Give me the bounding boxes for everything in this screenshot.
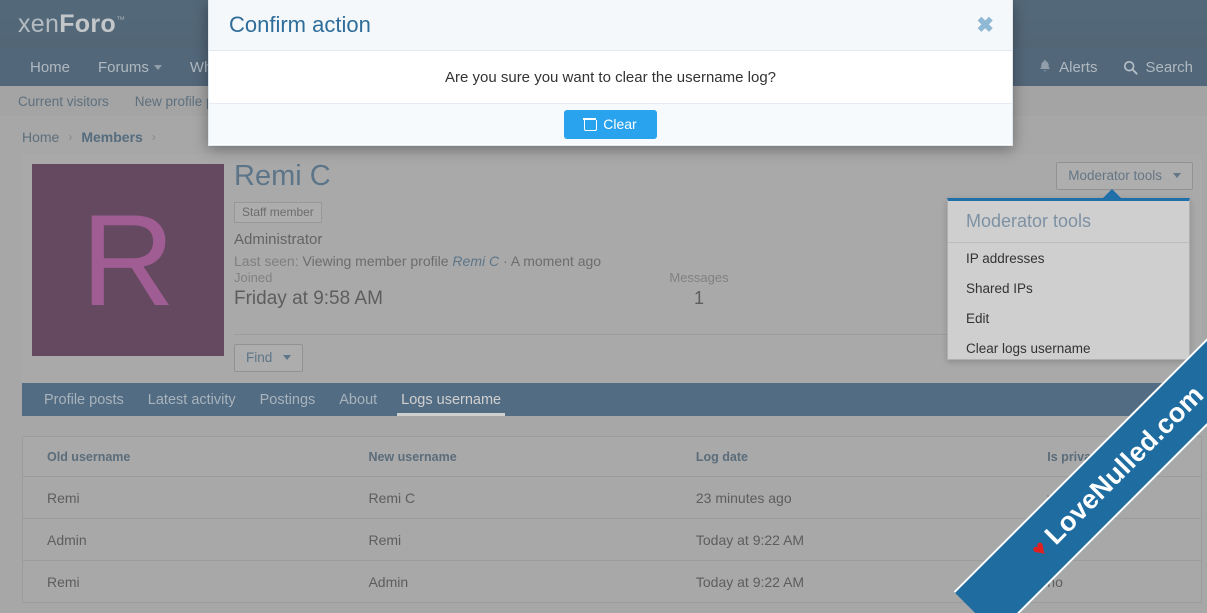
cell-log-date: Today at 9:22 AM — [672, 532, 1023, 548]
breadcrumb-separator: › — [68, 130, 72, 144]
nav-item-forums[interactable]: Forums — [98, 59, 162, 76]
column-header-is-private[interactable]: Is private — [1023, 450, 1201, 464]
menu-item-ip-addresses[interactable]: IP addresses — [948, 243, 1189, 273]
page-title: Remi C — [234, 160, 601, 193]
nav-item-search[interactable]: Search — [1123, 59, 1193, 76]
nav-item-home[interactable]: Home — [30, 59, 70, 76]
column-header-log-date[interactable]: Log date — [672, 450, 1023, 464]
cell-new-username: Remi — [344, 532, 671, 548]
avatar[interactable]: R — [32, 164, 224, 356]
moderator-tools-button[interactable]: Moderator tools — [1056, 162, 1193, 190]
dialog-title: Confirm action — [229, 12, 371, 38]
moderator-tools-menu: Moderator tools IP addresses Shared IPs … — [947, 198, 1190, 360]
cell-new-username: Remi C — [344, 490, 671, 506]
logo-trademark: ™ — [116, 15, 125, 25]
cell-is-private: yes — [1023, 490, 1201, 506]
bell-icon — [1038, 60, 1052, 75]
cell-log-date: Today at 9:22 AM — [672, 574, 1023, 590]
secondary-nav-items: Current visitors New profile posts — [18, 86, 238, 116]
cell-old-username: Admin — [23, 532, 344, 548]
stat-messages-value: 1 — [544, 288, 854, 309]
site-logo[interactable]: xenForo™ — [18, 10, 125, 39]
stat-joined-value: Friday at 9:58 AM — [234, 288, 544, 310]
moderator-tools-button-label: Moderator tools — [1068, 168, 1162, 183]
last-seen-label: Last seen: — [234, 253, 299, 269]
find-button-label: Find — [246, 350, 272, 365]
column-header-new-username[interactable]: New username — [344, 450, 671, 464]
status-badge: Staff member — [234, 202, 322, 223]
subnav-item-current-visitors[interactable]: Current visitors — [18, 94, 109, 109]
stat-joined: Joined Friday at 9:58 AM — [234, 270, 544, 326]
cell-log-date: 23 minutes ago — [672, 490, 1023, 506]
avatar-letter: R — [81, 195, 175, 325]
tab-logs-username[interactable]: Logs username — [389, 392, 513, 416]
profile-user-title: Administrator — [234, 231, 601, 248]
table-header-row: Old username New username Log date Is pr… — [23, 437, 1201, 477]
profile-tabbar: Profile posts Latest activity Postings A… — [22, 383, 1202, 416]
breadcrumb-separator: › — [152, 130, 156, 144]
cell-old-username: Remi — [23, 490, 344, 506]
profile-info: Remi C Staff member Administrator Last s… — [234, 160, 601, 269]
breadcrumb-item-home[interactable]: Home — [22, 129, 59, 145]
profile-last-seen: Last seen: Viewing member profile Remi C… — [234, 253, 601, 269]
clear-button-label: Clear — [603, 116, 636, 132]
nav-item-alerts-label: Alerts — [1059, 59, 1097, 76]
tab-postings[interactable]: Postings — [248, 392, 328, 416]
menu-item-edit[interactable]: Edit — [948, 303, 1189, 333]
table-row[interactable]: Admin Remi Today at 9:22 AM no — [23, 519, 1201, 561]
stat-messages: Messages 1 — [544, 270, 854, 326]
clear-button[interactable]: Clear — [564, 110, 656, 139]
last-seen-action: Viewing member profile — [303, 253, 449, 269]
chevron-down-icon — [283, 355, 291, 360]
logo-primary: xen — [18, 10, 59, 38]
cell-is-private: no — [1023, 532, 1201, 548]
stat-joined-label: Joined — [234, 270, 544, 285]
table-row[interactable]: Remi Admin Today at 9:22 AM no — [23, 561, 1201, 603]
tab-profile-posts[interactable]: Profile posts — [32, 392, 136, 416]
dialog-header: Confirm action ✖ — [209, 0, 1012, 51]
cell-old-username: Remi — [23, 574, 344, 590]
moderator-tools-menu-title: Moderator tools — [948, 201, 1189, 243]
stat-messages-label: Messages — [544, 270, 854, 285]
table-row[interactable]: Remi Remi C 23 minutes ago yes — [23, 477, 1201, 519]
confirm-action-dialog: Confirm action ✖ Are you sure you want t… — [208, 0, 1013, 146]
logo-bold: Foro — [59, 10, 116, 38]
nav-item-home-label: Home — [30, 59, 70, 76]
menu-item-shared-ips[interactable]: Shared IPs — [948, 273, 1189, 303]
chevron-down-icon — [1173, 173, 1181, 178]
menu-arrow-icon — [1103, 189, 1121, 198]
cell-new-username: Admin — [344, 574, 671, 590]
close-icon[interactable]: ✖ — [976, 15, 994, 36]
last-seen-separator: · — [503, 253, 508, 269]
breadcrumb-item-members[interactable]: Members — [81, 129, 142, 145]
last-seen-time: A moment ago — [511, 253, 601, 269]
column-header-old-username[interactable]: Old username — [23, 450, 344, 464]
last-seen-link[interactable]: Remi C — [452, 253, 499, 269]
chevron-down-icon — [154, 65, 162, 70]
tab-latest-activity[interactable]: Latest activity — [136, 392, 248, 416]
cell-is-private: no — [1023, 574, 1201, 590]
find-button[interactable]: Find — [234, 344, 303, 372]
username-log-table: Old username New username Log date Is pr… — [22, 436, 1202, 603]
dialog-footer: Clear — [209, 104, 1012, 144]
tab-about[interactable]: About — [327, 392, 389, 416]
page-root: xenForo™ Home Forums What's new Inbox Al… — [0, 0, 1207, 613]
trash-icon — [584, 117, 595, 130]
nav-item-forums-label: Forums — [98, 59, 149, 76]
dialog-message: Are you sure you want to clear the usern… — [209, 51, 1012, 104]
nav-item-alerts[interactable]: Alerts — [1038, 59, 1097, 76]
nav-item-search-label: Search — [1145, 59, 1193, 76]
menu-item-clear-logs-username[interactable]: Clear logs username — [948, 333, 1189, 363]
search-icon — [1123, 60, 1138, 75]
